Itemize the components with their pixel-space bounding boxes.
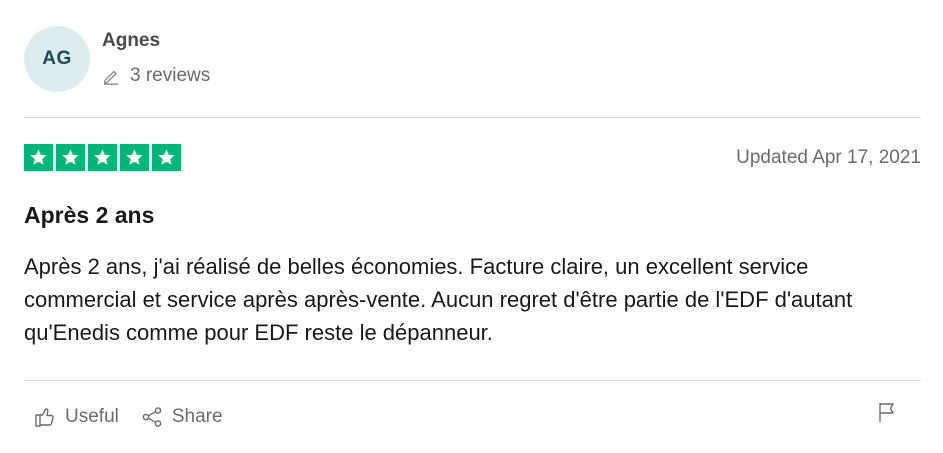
divider <box>24 380 921 381</box>
star-icon <box>120 144 149 171</box>
review-actions: Useful Share <box>34 406 245 428</box>
reviews-count: 3 reviews <box>102 65 210 87</box>
divider <box>24 117 921 118</box>
star-icon <box>152 144 181 171</box>
share-label: Share <box>171 406 223 427</box>
review-title[interactable]: Après 2 ans <box>24 202 154 229</box>
reviewer-header: AG Agnes 3 reviews <box>24 26 210 92</box>
review-body: Après 2 ans, j'ai réalisé de belles écon… <box>24 254 853 345</box>
reviewer-name[interactable]: Agnes <box>102 29 210 53</box>
star-icon <box>88 144 117 171</box>
reviewer-info: Agnes 3 reviews <box>102 29 210 87</box>
pencil-icon <box>103 70 118 85</box>
star-icon <box>56 144 85 171</box>
flag-icon <box>879 403 894 422</box>
report-button[interactable] <box>877 401 897 428</box>
reviews-count-label: 3 reviews <box>130 65 211 86</box>
star-icon <box>24 144 53 171</box>
review-card: AG Agnes 3 reviews Updated Apr 17, 2021 … <box>0 0 943 453</box>
useful-button[interactable]: Useful <box>34 406 119 428</box>
share-icon <box>142 407 162 427</box>
thumbs-up-icon <box>35 408 54 427</box>
star-rating <box>24 144 181 171</box>
share-button[interactable]: Share <box>141 406 223 428</box>
review-date: Updated Apr 17, 2021 <box>736 147 921 168</box>
avatar[interactable]: AG <box>24 26 90 92</box>
useful-label: Useful <box>65 406 119 427</box>
